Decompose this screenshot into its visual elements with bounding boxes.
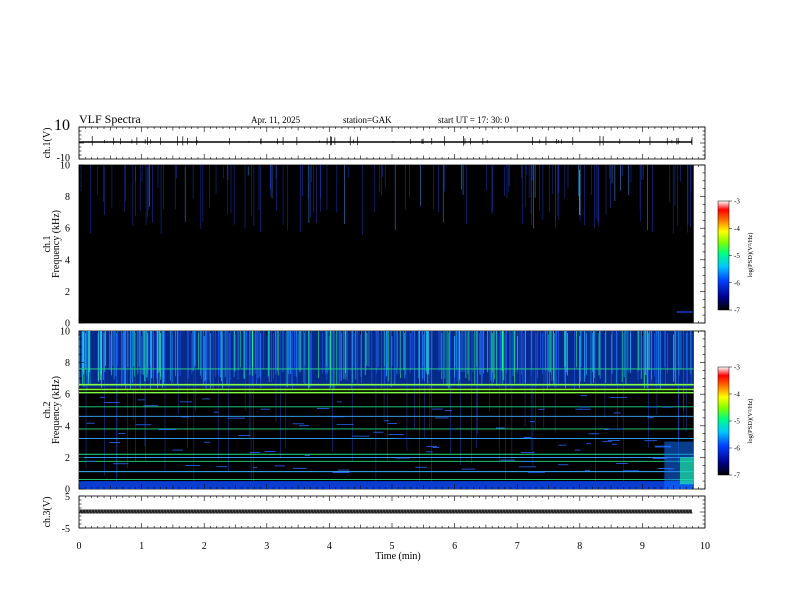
ch2-spec-ylabel-frequency: Frequency (kHz) xyxy=(51,376,62,444)
y-tick-label: 6 xyxy=(65,224,70,235)
x-tick-label: 8 xyxy=(577,541,582,552)
x-tick-label: 7 xyxy=(515,541,520,552)
y-tick-label: 4 xyxy=(65,255,70,266)
y-tick-label: 2 xyxy=(65,287,70,298)
ch1-wave-ylabel: ch.1(V) xyxy=(42,128,53,159)
station-label: station=GAK xyxy=(343,115,392,125)
colorbar-tick-label: -4 xyxy=(734,225,740,233)
y-tick-label: 10 xyxy=(60,161,70,172)
y-tick-label: 10 xyxy=(60,327,70,338)
x-tick-label: 0 xyxy=(77,541,82,552)
x-tick-label: 2 xyxy=(202,541,207,552)
x-axis-label: Time (min) xyxy=(375,551,420,562)
ch3-wave-ytick-bottom: -5 xyxy=(62,524,70,535)
ch2-colorbar-label: log(PSD)(V²/Hz) xyxy=(747,399,754,444)
colorbar-tick-label: -7 xyxy=(734,472,740,480)
ch1-colorbar-gradient xyxy=(717,200,730,311)
ch1-colorbar-label: log(PSD)(V²/Hz) xyxy=(747,233,754,278)
x-tick-label: 9 xyxy=(640,541,645,552)
ch1-spectrogram-panel: 0246810 ch.1 Frequency (kHz) xyxy=(42,161,706,330)
colorbar-tick-label: -7 xyxy=(734,307,740,315)
noise-band xyxy=(679,457,694,485)
x-tick-label: 10 xyxy=(700,541,710,552)
ch2-colorbar: -3 -4 -5 -6 -7 log(PSD)(V²/Hz) xyxy=(717,364,754,480)
noise-band xyxy=(79,481,694,489)
x-tick-label: 1 xyxy=(139,541,144,552)
x-tick-label: 4 xyxy=(327,541,332,552)
x-tick-label: 3 xyxy=(264,541,269,552)
colorbar-tick-label: -5 xyxy=(734,418,740,426)
ch1-spec-ylabel-frequency: Frequency (kHz) xyxy=(51,210,62,278)
ch3-wave-ytick-top: 5 xyxy=(65,492,70,503)
figure-title: VLF Spectra xyxy=(79,112,141,126)
y-tick-label: 4 xyxy=(65,421,70,432)
x-tick-label: 6 xyxy=(452,541,457,552)
colorbar-tick-label: -5 xyxy=(734,252,740,260)
colorbar-tick-label: -3 xyxy=(734,364,740,372)
ch2-colorbar-gradient xyxy=(717,366,730,476)
y-tick-label: 8 xyxy=(65,192,70,203)
ch1-colorbar: -3 -4 -5 -6 -7 log(PSD)(V²/Hz) xyxy=(717,198,754,315)
colorbar-tick-label: -6 xyxy=(734,279,740,287)
ch3-waveform-panel: 5 -5 ch.3(V) xyxy=(42,492,706,535)
colorbar-tick-label: -3 xyxy=(734,198,740,206)
ch1-wave-ytick-top: 10 xyxy=(54,117,70,134)
colorbar-tick-label: -6 xyxy=(734,445,740,453)
start-time-label: start UT = 17: 30: 0 xyxy=(438,115,510,125)
ch3-wave-ylabel: ch.3(V) xyxy=(42,497,53,528)
date-label: Apr. 11, 2025 xyxy=(251,115,301,125)
colorbar-tick-label: -4 xyxy=(734,391,740,399)
ch2-spectrogram-panel: 0246810 ch.2 Frequency (kHz) xyxy=(42,327,706,496)
ch1-spectrogram-background xyxy=(79,165,694,323)
y-tick-label: 8 xyxy=(65,358,70,369)
y-tick-label: 6 xyxy=(65,390,70,401)
y-tick-label: 2 xyxy=(65,453,70,464)
vlf-spectra-figure: VLF Spectra Apr. 11, 2025 station=GAK st… xyxy=(42,112,754,562)
